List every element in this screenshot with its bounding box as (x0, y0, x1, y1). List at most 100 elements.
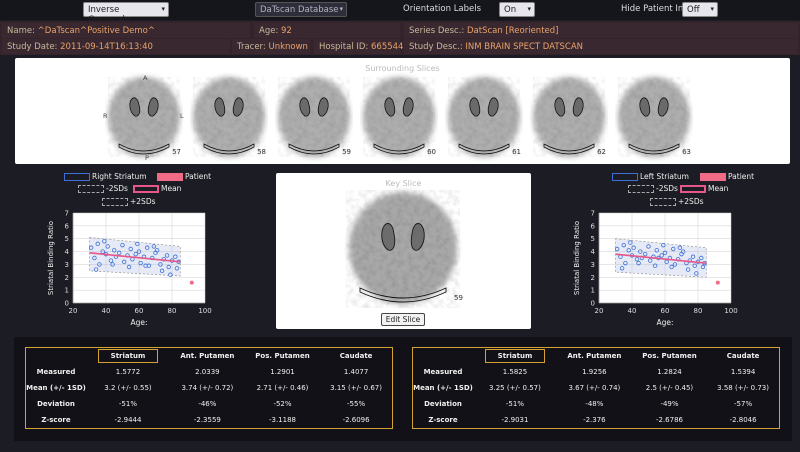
results-area: Striatum Ant. Putamen Pos. Putamen Caudate M… (14, 337, 792, 441)
study-description-key: Study Desc.: (409, 42, 463, 52)
column-header: Ant. Putamen (567, 352, 622, 360)
column-header[interactable]: Striatum (473, 348, 557, 364)
orientation-label-r: R (103, 112, 108, 120)
slice-number: 59 (342, 148, 351, 156)
table-cell: -52% (273, 400, 292, 408)
hide-patient-info-label: Hide Patient Info (621, 4, 692, 14)
x-tick-label: 20 (69, 307, 78, 315)
y-tick-label: 7 (591, 210, 595, 218)
colormap-select[interactable]: Inverse Greyscale ▾ (83, 2, 169, 25)
y-tick-label: 3 (591, 261, 595, 269)
table-cell: -51% (505, 400, 524, 408)
right-striatum-scatter-chart: 0123456720 40 60 80 100Age:Striatal Binding … (47, 210, 212, 328)
right-results-table: Striatum Ant. Putamen Pos. Putamen Caudate M… (26, 348, 392, 428)
y-tick-label: 4 (591, 248, 596, 256)
tracer: Tracer: Unknown (232, 39, 310, 54)
table-cell: -2.9444 (114, 416, 142, 424)
row-header: Z-score (428, 416, 458, 424)
left-results-table-box: Striatum Ant. Putamen Pos. Putamen Caudate M… (412, 347, 780, 429)
column-header: Caudate (726, 352, 760, 360)
hide-patient-info-value: Off (687, 5, 700, 15)
table-cell: 2.0339 (195, 368, 220, 376)
chevron-down-icon: ▾ (339, 5, 343, 13)
slice-thumbnail[interactable]: 57 A R L P (103, 72, 184, 162)
table-cell: 3.15 (+/- 0.67) (330, 384, 382, 392)
table-cell: 1.2901 (270, 368, 295, 376)
hospital-id: Hospital ID: 665544 (314, 39, 404, 54)
table-header-row: Striatum Ant. Putamen Pos. Putamen Caudate (26, 348, 392, 364)
patient-name-value: ^DaTscan^Positive Demo^ (37, 26, 155, 36)
patient-age-value: 92 (281, 26, 292, 36)
slice-thumbnail[interactable]: 63 (615, 72, 693, 162)
y-tick-label: 6 (65, 222, 70, 230)
y-axis-label: Striatal Binding Ratio (573, 221, 581, 295)
right-striatum-chart-panel: Right Striatum Patient -2SDs Mean +2SDs … (14, 170, 272, 328)
row-header: Deviation (37, 400, 75, 408)
key-slice-image[interactable]: 59 (276, 185, 531, 320)
y-tick-label: 1 (591, 287, 595, 295)
column-header: Pos. Putamen (255, 352, 310, 360)
table-cell: 3.58 (+/- 0.73) (717, 384, 769, 392)
hospital-id-key: Hospital ID: (319, 42, 369, 52)
table-cell: -51% (118, 400, 137, 408)
y-tick-label: 5 (65, 235, 69, 243)
column-header: Ant. Putamen (180, 352, 235, 360)
table-cell: -2.6096 (342, 416, 370, 424)
table-cell: -48% (585, 400, 604, 408)
row-header: Measured (423, 368, 463, 376)
tracer-key: Tracer: (237, 42, 266, 52)
hospital-id-value: 665544 (371, 42, 404, 52)
y-tick-label: 1 (65, 287, 69, 295)
slice-thumbnail[interactable]: 58 (190, 72, 268, 162)
table-cell: -2.8046 (729, 416, 757, 424)
y-tick-label: 4 (65, 248, 70, 256)
x-tick-label: 40 (628, 307, 637, 315)
row-header: Mean (+/- 1SD) (413, 384, 473, 392)
series-description-key: Series Desc.: (409, 26, 465, 36)
slice-thumbnail[interactable]: 60 (360, 72, 438, 162)
study-date-value: 2011-09-14T16:13:40 (60, 42, 153, 52)
table-header-row: Striatum Ant. Putamen Pos. Putamen Caudate (413, 348, 779, 364)
patient-age: Age: 92 (254, 23, 400, 38)
study-date-key: Study Date: (7, 42, 58, 52)
y-tick-label: 5 (591, 235, 595, 243)
y-tick-label: 2 (591, 274, 595, 282)
slice-number: 60 (427, 148, 436, 156)
edit-slice-button[interactable]: Edit Slice (381, 313, 425, 326)
column-header[interactable]: Striatum (86, 348, 170, 364)
x-tick-label: 100 (724, 307, 737, 315)
chevron-down-icon: ▾ (161, 5, 165, 13)
table-cell: 2.71 (+/- 0.46) (256, 384, 309, 392)
slice-number: 58 (257, 148, 266, 156)
x-tick-label: 60 (135, 307, 144, 315)
column-header (26, 348, 86, 364)
y-tick-label: 6 (591, 222, 596, 230)
selected-column-header[interactable]: Striatum (97, 349, 159, 363)
table-cell: 3.25 (+/- 0.57) (489, 384, 541, 392)
slice-number: 63 (682, 148, 691, 156)
chevron-down-icon: ▾ (710, 5, 714, 13)
row-header: Measured (36, 368, 76, 376)
study-description-value: INM BRAIN SPECT DATSCAN (465, 42, 584, 52)
slice-number: 62 (597, 148, 606, 156)
row-header: Z-score (41, 416, 71, 424)
database-select[interactable]: DaTscan Database ▾ (255, 2, 347, 17)
chevron-down-icon: ▾ (527, 5, 531, 13)
slice-thumbnail[interactable]: 61 (445, 72, 523, 162)
left-striatum-chart-panel: Left Striatum Patient -2SDs Mean +2SDs 0… (540, 170, 798, 328)
y-tick-label: 3 (65, 261, 69, 269)
study-date: Study Date: 2011-09-14T16:13:40 (2, 39, 230, 54)
y-axis-label: Striatal Binding Ratio (47, 221, 55, 295)
column-header: Pos. Putamen (642, 352, 697, 360)
slice-thumbnail[interactable]: 62 (530, 72, 608, 162)
table-cell: 3.67 (+/- 0.74) (568, 384, 621, 392)
patient-name: Name: ^DaTscan^Positive Demo^ (2, 23, 250, 38)
orientation-labels-select[interactable]: On ▾ (499, 2, 535, 17)
selected-column-header[interactable]: Striatum (484, 349, 546, 363)
table-cell: 1.5772 (115, 368, 141, 376)
hide-patient-info-select[interactable]: Off ▾ (682, 2, 718, 17)
right-results-table-box: Striatum Ant. Putamen Pos. Putamen Caudate M… (25, 347, 393, 429)
table-cell: -3.1188 (268, 416, 296, 424)
slice-thumbnail[interactable]: 59 (275, 72, 353, 162)
table-cell: -46% (198, 400, 217, 408)
